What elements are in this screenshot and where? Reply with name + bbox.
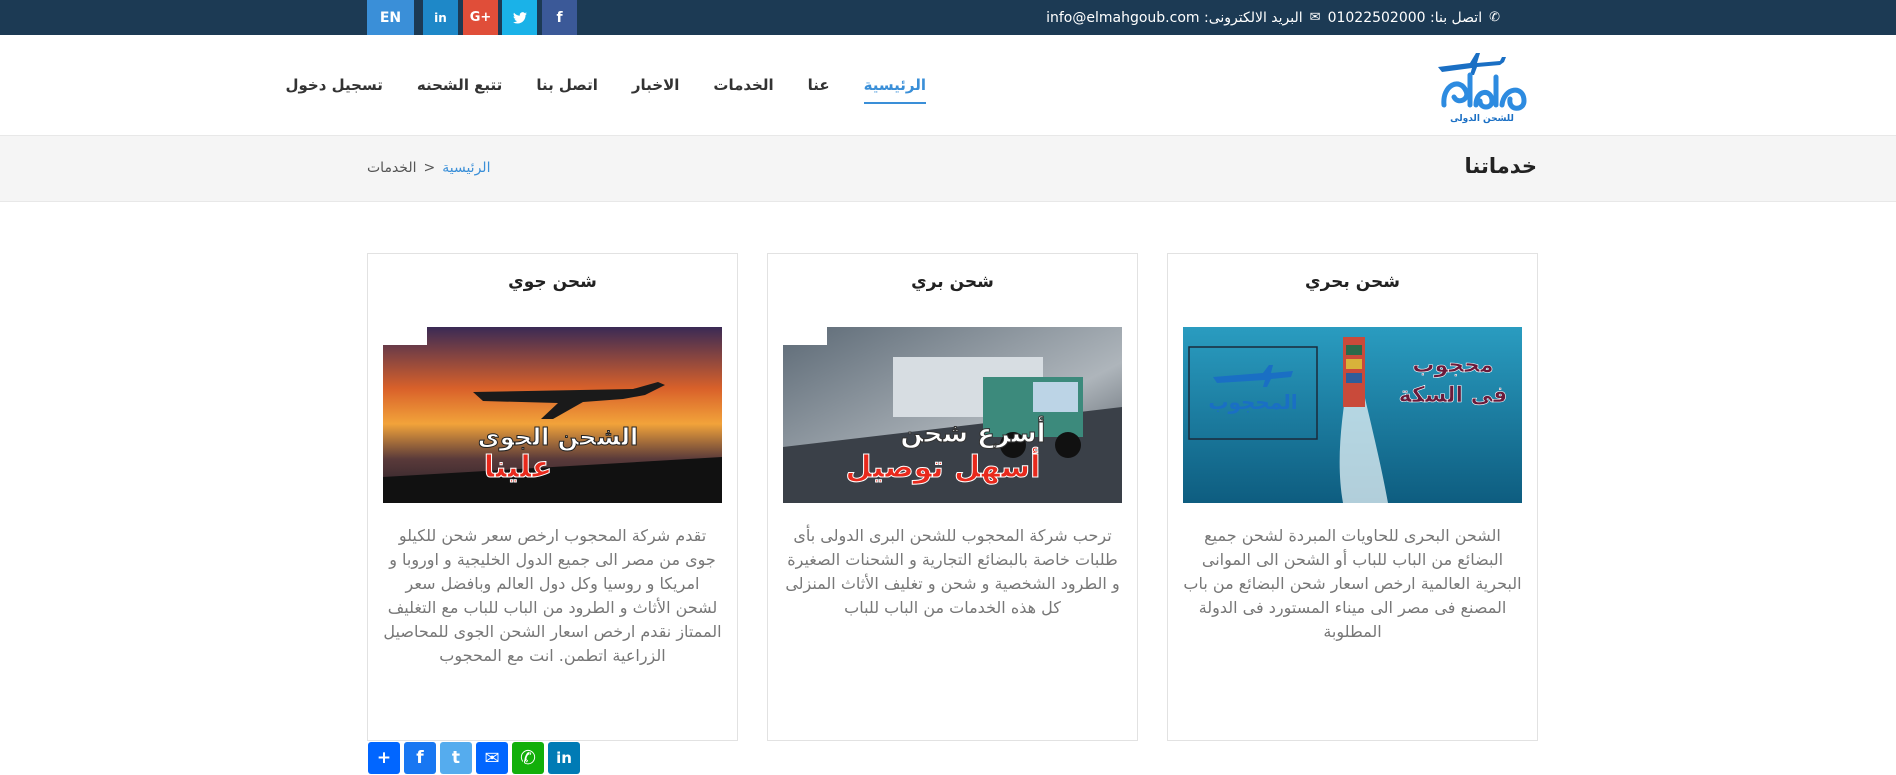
nav-login[interactable]: تسجيل دخول [286,72,383,98]
card-description: تقدم شركة المحجوب ارخص سعر شحن للكيلو جو… [383,526,722,665]
share-bar: + f t ✉ ✆ in [368,742,580,774]
nav-news[interactable]: الاخبار [632,72,680,98]
image-caption: علينا [484,450,553,485]
image-caption: الشحن الجوى [478,423,639,451]
breadcrumb-current: الخدمات [367,160,417,176]
envelope-icon: ✉ [1309,10,1321,25]
share-whatsapp-icon[interactable]: ✆ [512,742,544,774]
share-add-icon[interactable]: + [368,742,400,774]
phone-text[interactable]: اتصل بنا: 01022502000 [1328,10,1483,26]
image-caption: أسرع شحن [900,416,1045,449]
logo-subtitle: للشحن الدولى [1450,114,1514,124]
card-title[interactable]: شحن جوي [368,272,737,292]
google-plus-icon[interactable]: G+ [463,0,498,35]
nav-contact[interactable]: اتصل بنا [536,72,598,98]
twitter-icon[interactable] [502,0,537,35]
page-header: خدماتنا الخدمات > الرئيسية [0,135,1896,202]
sea-freight-image[interactable]: المحجوب محجوب فى السكة [1183,327,1522,503]
breadcrumb: الخدمات > الرئيسية [367,160,490,176]
nav-track-shipment[interactable]: تتبع الشحنه [417,72,502,98]
image-caption: محجوب [1412,353,1493,378]
nav-services[interactable]: الخدمات [713,72,773,98]
service-card-air: شحن جوي الشحن الجوى علينا تقدم شركة المح… [367,253,738,741]
nav-home[interactable]: الرئيسية [863,72,927,104]
breadcrumb-separator: > [423,160,436,176]
card-title[interactable]: شحن بري [768,272,1137,292]
land-freight-image[interactable]: أسرع شحن أسهل توصيل [783,327,1122,503]
share-twitter-icon[interactable]: t [440,742,472,774]
share-email-icon[interactable]: ✉ [476,742,508,774]
page-title: خدماتنا [1464,154,1538,178]
card-description: الشحن البحرى للحاويات المبردة لشحن جميع … [1183,526,1522,641]
contact-info: ✆ اتصل بنا: 01022502000 ✉ البريد الالكتر… [1046,0,1503,35]
top-bar: EN in G+ f ✆ اتصل بنا: 01022502000 ✉ الب… [0,0,1896,35]
service-card-sea: شحن بحري المحجوب محجوب فى السكة الشحن ال… [1167,253,1538,741]
main-menu: الرئيسية عنا الخدمات الاخبار اتصل بنا تت… [286,35,927,135]
breadcrumb-home[interactable]: الرئيسية [442,160,490,176]
card-description: ترحب شركة المحجوب للشحن البرى الدولى بأى… [785,526,1120,617]
share-linkedin-icon[interactable]: in [548,742,580,774]
card-title[interactable]: شحن بحري [1168,272,1537,292]
language-button[interactable]: EN [367,0,414,35]
image-caption: فى السكة [1399,383,1508,408]
main-navbar: للشحن الدولى الرئيسية عنا الخدمات الاخبا… [0,35,1896,135]
service-card-land: شحن بري أسرع شحن أسهل توصيل ترحب شركة ال… [767,253,1138,741]
linkedin-icon[interactable]: in [423,0,458,35]
email-text[interactable]: البريد الالكترونى: info@elmahgoub.com [1046,10,1303,26]
phone-icon: ✆ [1489,10,1500,25]
image-logo: المحجوب [1208,390,1297,414]
image-caption: أسهل توصيل [846,447,1041,485]
nav-about[interactable]: عنا [808,72,830,98]
air-freight-image[interactable]: الشحن الجوى علينا [383,327,722,503]
facebook-icon[interactable]: f [542,0,577,35]
share-facebook-icon[interactable]: f [404,742,436,774]
site-logo[interactable]: للشحن الدولى [1430,45,1534,127]
